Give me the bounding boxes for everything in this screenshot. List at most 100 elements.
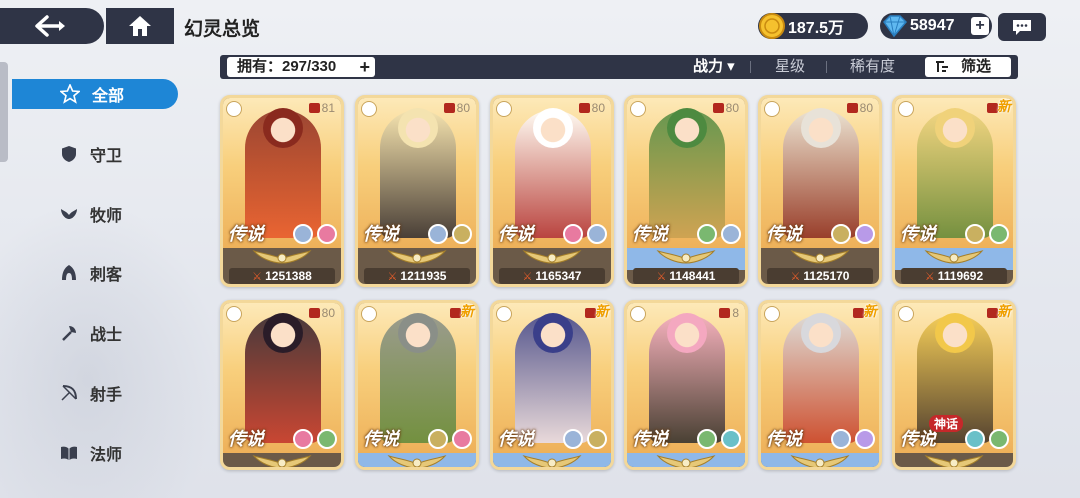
rank-wings-icon	[223, 248, 341, 266]
rarity-label: 传说	[498, 429, 534, 449]
rarity-label: 传说	[766, 429, 802, 449]
power-value: 1211935	[364, 268, 470, 284]
filter-button[interactable]: 筛选	[925, 57, 1011, 77]
filter-button-label: 筛选	[961, 58, 992, 75]
hero-card[interactable]: 80 传说 1148441	[624, 95, 748, 287]
power-value: 1165347	[499, 268, 605, 284]
hero-card[interactable]: 8 传说 新	[490, 300, 614, 470]
gem-counter[interactable]: 58947 +	[880, 13, 992, 39]
sidebar-item-label: 全部	[92, 88, 125, 105]
sidebar-item-label: 法师	[90, 447, 123, 464]
sidebar-item-warrior[interactable]: 战士	[60, 318, 170, 348]
chat-button[interactable]	[998, 13, 1046, 41]
hero-card[interactable]: 80 传说 1125170	[758, 95, 882, 287]
gold-counter[interactable]: 187.5万	[758, 13, 868, 39]
element-icon	[587, 429, 607, 449]
sort-star[interactable]: 星级	[775, 57, 805, 77]
hero-card[interactable]: 8 传说	[624, 300, 748, 470]
rarity-label: 传说	[766, 224, 802, 244]
rank-wings-icon	[627, 248, 745, 266]
rank-wings-icon	[358, 453, 476, 467]
hero-card[interactable]: 8 传说 新	[758, 300, 882, 470]
level-badge: 80	[443, 101, 470, 115]
sidebar-item-guard[interactable]: 守卫	[60, 139, 170, 169]
back-arrow-icon	[35, 15, 65, 37]
level-badge: 8	[719, 306, 739, 320]
divider	[826, 61, 827, 73]
class-icon	[630, 306, 646, 322]
element-icon	[563, 224, 583, 244]
power-value: 1251388	[229, 268, 335, 284]
hero-card[interactable]: 80 传说 1211935	[355, 95, 479, 287]
sidebar-scrollbar[interactable]	[0, 62, 8, 162]
axe-icon	[62, 326, 76, 341]
expand-plus-icon: +	[359, 57, 370, 77]
owned-count[interactable]: 拥有：297/330 +	[227, 57, 375, 77]
new-badge: 新	[997, 303, 1011, 319]
sort-power[interactable]: 战力 ▾	[693, 57, 735, 77]
add-gems-button[interactable]: +	[971, 17, 989, 35]
rarity-label: 传说	[498, 224, 534, 244]
gold-coin-icon	[759, 13, 785, 39]
hero-card[interactable]: 80 传说	[220, 300, 344, 470]
level-value: 80	[456, 101, 470, 115]
sidebar-item-label: 刺客	[90, 267, 123, 284]
new-badge: 新	[997, 98, 1011, 114]
bow-icon	[61, 385, 77, 401]
sidebar-item-priest[interactable]: 牧师	[60, 199, 170, 229]
element-icon	[697, 224, 717, 244]
class-icon	[764, 306, 780, 322]
class-icon	[630, 101, 646, 117]
element-icon	[965, 224, 985, 244]
level-badge: 80	[308, 306, 335, 320]
rank-wings-icon	[493, 248, 611, 266]
element-icon	[697, 429, 717, 449]
class-icon	[898, 306, 914, 322]
filter-bar: 拥有：297/330 + 战力 ▾ 星级 稀有度 筛选	[220, 55, 1018, 79]
rarity-label: 传说	[632, 224, 668, 244]
sidebar-item-label: 射手	[90, 387, 123, 404]
class-icon	[361, 101, 377, 117]
element-icon	[721, 224, 741, 244]
rarity-label: 传说	[363, 429, 399, 449]
element-icon	[452, 429, 472, 449]
divider	[750, 61, 751, 73]
hero-card[interactable]: 8 传说 新神话	[892, 300, 1016, 470]
element-icon	[965, 429, 985, 449]
hero-card[interactable]: 80 传说 1165347	[490, 95, 614, 287]
sidebar-item-all[interactable]: 全部	[12, 79, 178, 109]
wings-icon	[61, 209, 77, 219]
class-icon	[764, 101, 780, 117]
power-value: 1125170	[767, 268, 873, 284]
sort-rarity[interactable]: 稀有度	[850, 57, 895, 77]
level-badge: 81	[308, 101, 335, 115]
filter-icon	[936, 61, 948, 72]
hero-card[interactable]: 8 传说 新	[355, 300, 479, 470]
rarity-label: 传说	[228, 429, 264, 449]
class-icon	[496, 306, 512, 322]
sidebar-item-archer[interactable]: 射手	[60, 378, 170, 408]
hero-card[interactable]: 81 传说 1251388	[220, 95, 344, 287]
level-badge: 80	[846, 101, 873, 115]
new-badge: 新	[595, 303, 609, 319]
sidebar-item-assassin[interactable]: 刺客	[60, 258, 170, 288]
owned-count-label: 拥有：297/330	[237, 58, 337, 75]
level-value: 80	[591, 101, 605, 115]
hero-card[interactable]: 8 传说 新1119692	[892, 95, 1016, 287]
page-title: 幻灵总览	[184, 19, 261, 40]
home-button[interactable]	[106, 8, 174, 44]
chat-icon	[1013, 20, 1031, 35]
class-icon	[361, 306, 377, 322]
new-badge: 新	[863, 303, 877, 319]
mythic-badge: 神话	[929, 415, 964, 432]
sidebar-item-mage[interactable]: 法师	[60, 438, 170, 468]
rarity-label: 传说	[900, 224, 936, 244]
level-badge: 80	[578, 101, 605, 115]
gold-amount: 187.5万	[788, 20, 845, 37]
back-button[interactable]	[0, 8, 104, 44]
book-icon	[61, 446, 77, 460]
rank-wings-icon	[223, 453, 341, 467]
sidebar-item-label: 守卫	[90, 148, 123, 165]
element-icon	[989, 224, 1009, 244]
element-icon	[831, 429, 851, 449]
